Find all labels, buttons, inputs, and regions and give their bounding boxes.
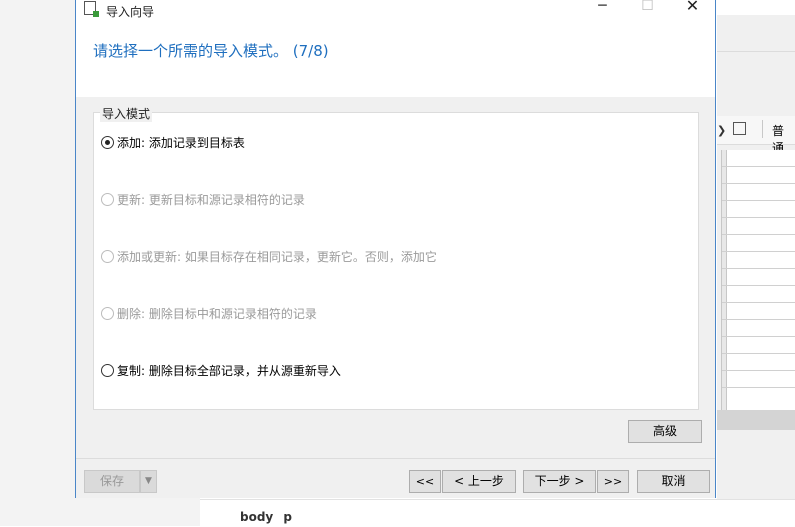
grid-line: [722, 319, 795, 320]
import-wizard-icon: [84, 1, 99, 17]
grid-line: [722, 370, 795, 371]
grid-line: [722, 353, 795, 354]
step-title: 请选择一个所需的导入模式。 (7/8): [93, 42, 329, 60]
grid-line: [722, 200, 795, 201]
maximize-icon: ☐: [641, 0, 654, 14]
option-label: 复制: 删除目标全部记录，并从源重新导入: [117, 364, 341, 378]
window-title: 导入向导: [106, 5, 155, 19]
radio-button: [101, 193, 114, 206]
save-button: 保存: [84, 470, 140, 493]
grid-line: [722, 234, 795, 235]
option-copy[interactable]: 复制: 删除目标全部记录，并从源重新导入: [101, 362, 341, 379]
wizard-footer: 保存 ▼ << < 上一步 下一步 > >> 取消: [76, 458, 715, 498]
radio-button[interactable]: [101, 364, 114, 377]
cancel-button[interactable]: 取消: [637, 470, 710, 493]
toolbar-separator: [762, 120, 763, 138]
grid-line: [722, 251, 795, 252]
background-grid: [721, 150, 795, 410]
radio-button[interactable]: [101, 136, 114, 149]
close-icon[interactable]: ✕: [670, 0, 715, 21]
previous-button[interactable]: < 上一步: [442, 470, 516, 493]
breadcrumb[interactable]: body p: [240, 510, 292, 524]
option-update: 更新: 更新目标和源记录相符的记录: [101, 191, 305, 208]
option-append-or-update: 添加或更新: 如果目标存在相同记录，更新它。否则，添加它: [101, 248, 437, 265]
option-delete: 删除: 删除目标中和源记录相符的记录: [101, 305, 317, 322]
title-bar[interactable]: 导入向导 ─ ☐ ✕: [76, 0, 715, 25]
dropdown-arrow-icon: ▼: [140, 470, 157, 493]
background-gray-band: [717, 410, 795, 430]
grid-line: [722, 268, 795, 269]
grid-line: [722, 183, 795, 184]
grid-line: [722, 166, 795, 167]
background-editor-right: ❯ 普通: [717, 0, 795, 526]
option-label: 删除: 删除目标中和源记录相符的记录: [117, 307, 317, 321]
last-step-button[interactable]: >>: [597, 470, 629, 493]
wizard-header: 请选择一个所需的导入模式。 (7/8): [76, 25, 715, 97]
status-bar: body p: [200, 499, 795, 527]
radio-button: [101, 250, 114, 263]
option-label: 更新: 更新目标和源记录相符的记录: [117, 193, 305, 207]
radio-button: [101, 307, 114, 320]
group-title: 导入模式: [100, 105, 153, 122]
background-divider: [717, 51, 795, 52]
import-wizard-dialog: 导入向导 ─ ☐ ✕ 请选择一个所需的导入模式。 (7/8) 导入模式 添加: …: [75, 0, 716, 498]
grid-row-header: [722, 150, 727, 410]
grid-line: [722, 217, 795, 218]
import-mode-group: 导入模式 添加: 添加记录到目标表 更新: 更新目标和源记录相符的记录 添加或更…: [93, 105, 699, 410]
option-append[interactable]: 添加: 添加记录到目标表: [101, 134, 245, 151]
background-top-strip: [717, 0, 795, 15]
dropdown-icon[interactable]: ❯: [717, 124, 726, 137]
grid-line: [722, 336, 795, 337]
advanced-button[interactable]: 高级: [628, 420, 702, 443]
minimize-icon[interactable]: ─: [580, 0, 625, 21]
toolbar-grid-icon[interactable]: [733, 122, 746, 135]
next-button[interactable]: 下一步 >: [523, 470, 596, 493]
option-label: 添加: 添加记录到目标表: [117, 136, 245, 150]
grid-line: [722, 387, 795, 388]
grid-line: [722, 285, 795, 286]
grid-line: [722, 302, 795, 303]
first-step-button[interactable]: <<: [409, 470, 441, 493]
option-label: 添加或更新: 如果目标存在相同记录，更新它。否则，添加它: [117, 250, 437, 264]
